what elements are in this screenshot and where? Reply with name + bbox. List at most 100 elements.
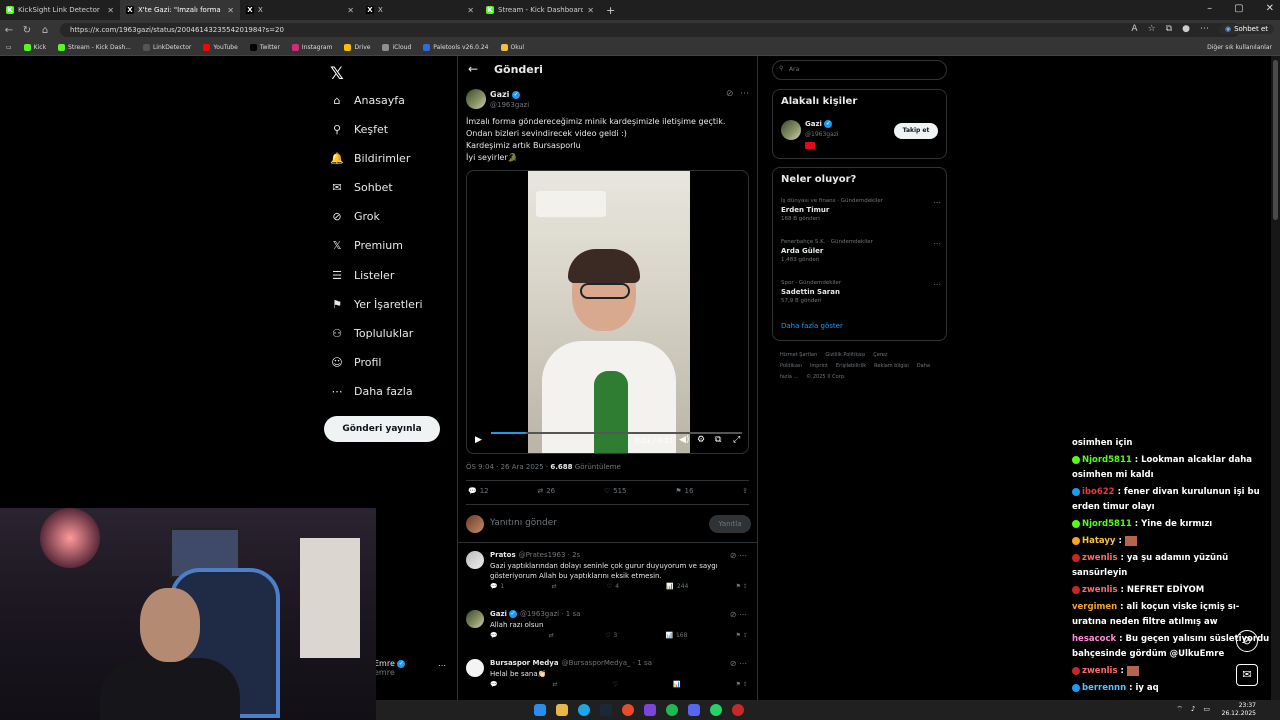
trend-more-icon[interactable]: ⋯ xyxy=(933,198,941,207)
maximize-icon[interactable]: ▢ xyxy=(1234,3,1243,14)
read-aloud-icon[interactable]: A xyxy=(1131,24,1137,34)
nav-item-keşfet[interactable]: ⚲ Keşfet xyxy=(330,122,388,136)
reply-input[interactable]: Yanıtını gönder xyxy=(490,518,557,528)
trend-item[interactable]: Spor · Gündemdekiler Sadettin Saran 57,9 B… xyxy=(781,280,941,304)
reply-button[interactable]: 💬 xyxy=(490,681,500,688)
bookmarks-folder-icon[interactable]: ▭ xyxy=(6,44,12,51)
chat-username[interactable]: zwenlis xyxy=(1082,666,1118,676)
video-progress-track[interactable] xyxy=(491,432,742,434)
system-clock[interactable]: 23:37 26.12.2025 xyxy=(1222,702,1256,718)
bookmark-button[interactable]: ⚑ 16 xyxy=(675,487,693,495)
related-avatar[interactable] xyxy=(781,120,801,140)
chat-username[interactable]: hesacock xyxy=(1072,634,1116,644)
views-button[interactable]: 📊 168 xyxy=(665,632,687,639)
scroll-thumb[interactable] xyxy=(1273,60,1278,220)
nav-item-listeler[interactable]: ☰ Listeler xyxy=(330,268,394,282)
trend-more-icon[interactable]: ⋯ xyxy=(933,239,941,248)
comment-author[interactable]: Gazi xyxy=(490,610,507,618)
pip-icon[interactable]: ⧉ xyxy=(715,435,721,445)
bookmark-item[interactable]: Kick xyxy=(23,44,46,51)
close-tab-icon[interactable]: ✕ xyxy=(107,6,114,15)
settings-icon[interactable]: ⚙ xyxy=(697,435,705,445)
start-icon[interactable] xyxy=(534,704,546,716)
bookmark-item[interactable]: Twitter xyxy=(249,44,280,51)
x-logo-icon[interactable]: 𝕏 xyxy=(330,64,344,84)
trend-item[interactable]: Fenerbahçe S.K. · Gündemdekiler Arda Güle… xyxy=(781,239,941,263)
fullscreen-icon[interactable]: ⤢ xyxy=(733,435,740,445)
footer-link[interactable]: Reklam bilgisi xyxy=(874,363,909,369)
close-tab-icon[interactable]: ✕ xyxy=(347,6,354,15)
profile-avatar[interactable]: ● xyxy=(1182,24,1190,34)
nav-item-profil[interactable]: ☺ Profil xyxy=(330,355,381,369)
back-arrow-icon[interactable]: ← xyxy=(468,62,478,76)
comment-more-icon[interactable]: ⊘ ⋯ xyxy=(730,551,747,560)
volume-tray-icon[interactable]: ♪ xyxy=(1191,705,1195,714)
comment-author[interactable]: Bursaspor Medya xyxy=(490,659,559,667)
nav-item-premium[interactable]: 𝕏 Premium xyxy=(330,238,403,252)
collections-icon[interactable]: ⧉ xyxy=(1166,24,1172,34)
bookmark-button[interactable]: ⚑ ⇪ xyxy=(736,583,748,590)
account-more-icon[interactable]: ⋯ xyxy=(438,661,446,670)
nav-item-yer-i-şaretleri[interactable]: ⚑ Yer İşaretleri xyxy=(330,297,422,311)
other-bookmarks[interactable]: Diğer sık kullanılanlar xyxy=(1207,44,1272,51)
nav-item-anasayfa[interactable]: ⌂ Anasayfa xyxy=(330,93,405,107)
post-more-icon[interactable]: ⋯ xyxy=(740,89,749,99)
repost-button[interactable]: ⇄ xyxy=(552,583,560,590)
back-icon[interactable]: ← xyxy=(0,25,18,36)
browser-tab[interactable]: X X'te Gazi: "İmzalı forma gönderece ✕ xyxy=(120,0,240,20)
refresh-icon[interactable]: ↻ xyxy=(18,25,36,36)
chat-overlay-mail-icon[interactable]: ✉ xyxy=(1236,664,1258,686)
trend-more-icon[interactable]: ⋯ xyxy=(933,280,941,289)
nav-item-topluluklar[interactable]: ⚇ Topluluklar xyxy=(330,326,413,340)
reply-button[interactable]: 💬 1 xyxy=(490,583,504,590)
views-button[interactable]: 📊 244 xyxy=(666,583,688,590)
spotify-icon[interactable] xyxy=(666,704,678,716)
nav-item-grok[interactable]: ⊘ Grok xyxy=(330,209,380,223)
minimize-icon[interactable]: – xyxy=(1207,3,1212,14)
chat-username[interactable]: Hatayy xyxy=(1082,536,1115,546)
post-timestamp[interactable]: ÖS 9:04 · 26 Ara 2025 · xyxy=(466,463,550,471)
new-tab-button[interactable]: + xyxy=(606,4,615,17)
url-input[interactable]: https://x.com/1963gazi/status/2004614323… xyxy=(60,23,1240,37)
comment-avatar[interactable] xyxy=(466,659,484,677)
trend-item[interactable]: İş dünyası ve finans · Gündemdekiler Erde… xyxy=(781,198,941,222)
like-button[interactable]: ♡ 3 xyxy=(605,632,617,639)
like-button[interactable]: ♡ xyxy=(613,681,621,688)
volume-icon[interactable]: ◀) xyxy=(679,435,689,445)
browser-tab[interactable]: X X ✕ xyxy=(360,0,480,20)
views-button[interactable]: 📊 xyxy=(673,681,683,688)
footer-link[interactable]: © 2025 X Corp. xyxy=(806,374,845,380)
reply-button[interactable]: 💬 xyxy=(490,632,500,639)
play-icon[interactable]: ▶ xyxy=(475,435,482,445)
reply-button[interactable]: 💬 12 xyxy=(468,487,489,495)
chat-username[interactable]: zwenlis xyxy=(1082,553,1118,563)
grok-icon[interactable]: ⊘ xyxy=(726,89,734,99)
comment[interactable]: Gazi ✓ @1963gazi · 1 sa ⊘ ⋯ Allah razı olsun… xyxy=(466,610,751,660)
page-scrollbar[interactable] xyxy=(1271,56,1280,720)
comment-avatar[interactable] xyxy=(466,610,484,628)
browser-tab[interactable]: X X ✕ xyxy=(240,0,360,20)
steam-icon[interactable] xyxy=(600,704,612,716)
wifi-icon[interactable]: ⌔ xyxy=(1176,705,1183,714)
author-handle[interactable]: @1963gazi xyxy=(490,101,529,109)
like-button[interactable]: ♡ 4 xyxy=(607,583,619,590)
bookmark-item[interactable]: iCloud xyxy=(382,44,411,51)
post-button[interactable]: Gönderi yayınla xyxy=(324,416,440,442)
chat-username[interactable]: Njord5811 xyxy=(1082,455,1132,465)
file-explorer-icon[interactable] xyxy=(556,704,568,716)
search-input[interactable]: ⚲ Ara xyxy=(772,60,947,80)
close-window-icon[interactable]: ✕ xyxy=(1266,3,1274,14)
app-icon[interactable] xyxy=(732,704,744,716)
edge-icon[interactable] xyxy=(578,704,590,716)
footer-link[interactable]: Imprint xyxy=(810,363,828,369)
show-more-link[interactable]: Daha fazla göster xyxy=(781,322,843,330)
comment-avatar[interactable] xyxy=(466,551,484,569)
footer-link[interactable]: Hizmet Şartları xyxy=(780,352,817,358)
bookmark-button[interactable]: ⚑ ⇪ xyxy=(736,681,748,688)
footer-link[interactable]: Erişilebilirlik xyxy=(836,363,866,369)
video-player[interactable]: ▶ 0:03 / 0:21 ◀) ⚙ ⧉ ⤢ xyxy=(466,170,749,454)
comment-more-icon[interactable]: ⊘ ⋯ xyxy=(730,610,747,619)
comment[interactable]: Pratos @Prates1963 · 2s ⊘ ⋯ Gazi yaptıkları… xyxy=(466,551,751,601)
chat-username[interactable]: berrennn xyxy=(1082,683,1126,693)
bookmark-item[interactable]: Drive xyxy=(344,44,370,51)
